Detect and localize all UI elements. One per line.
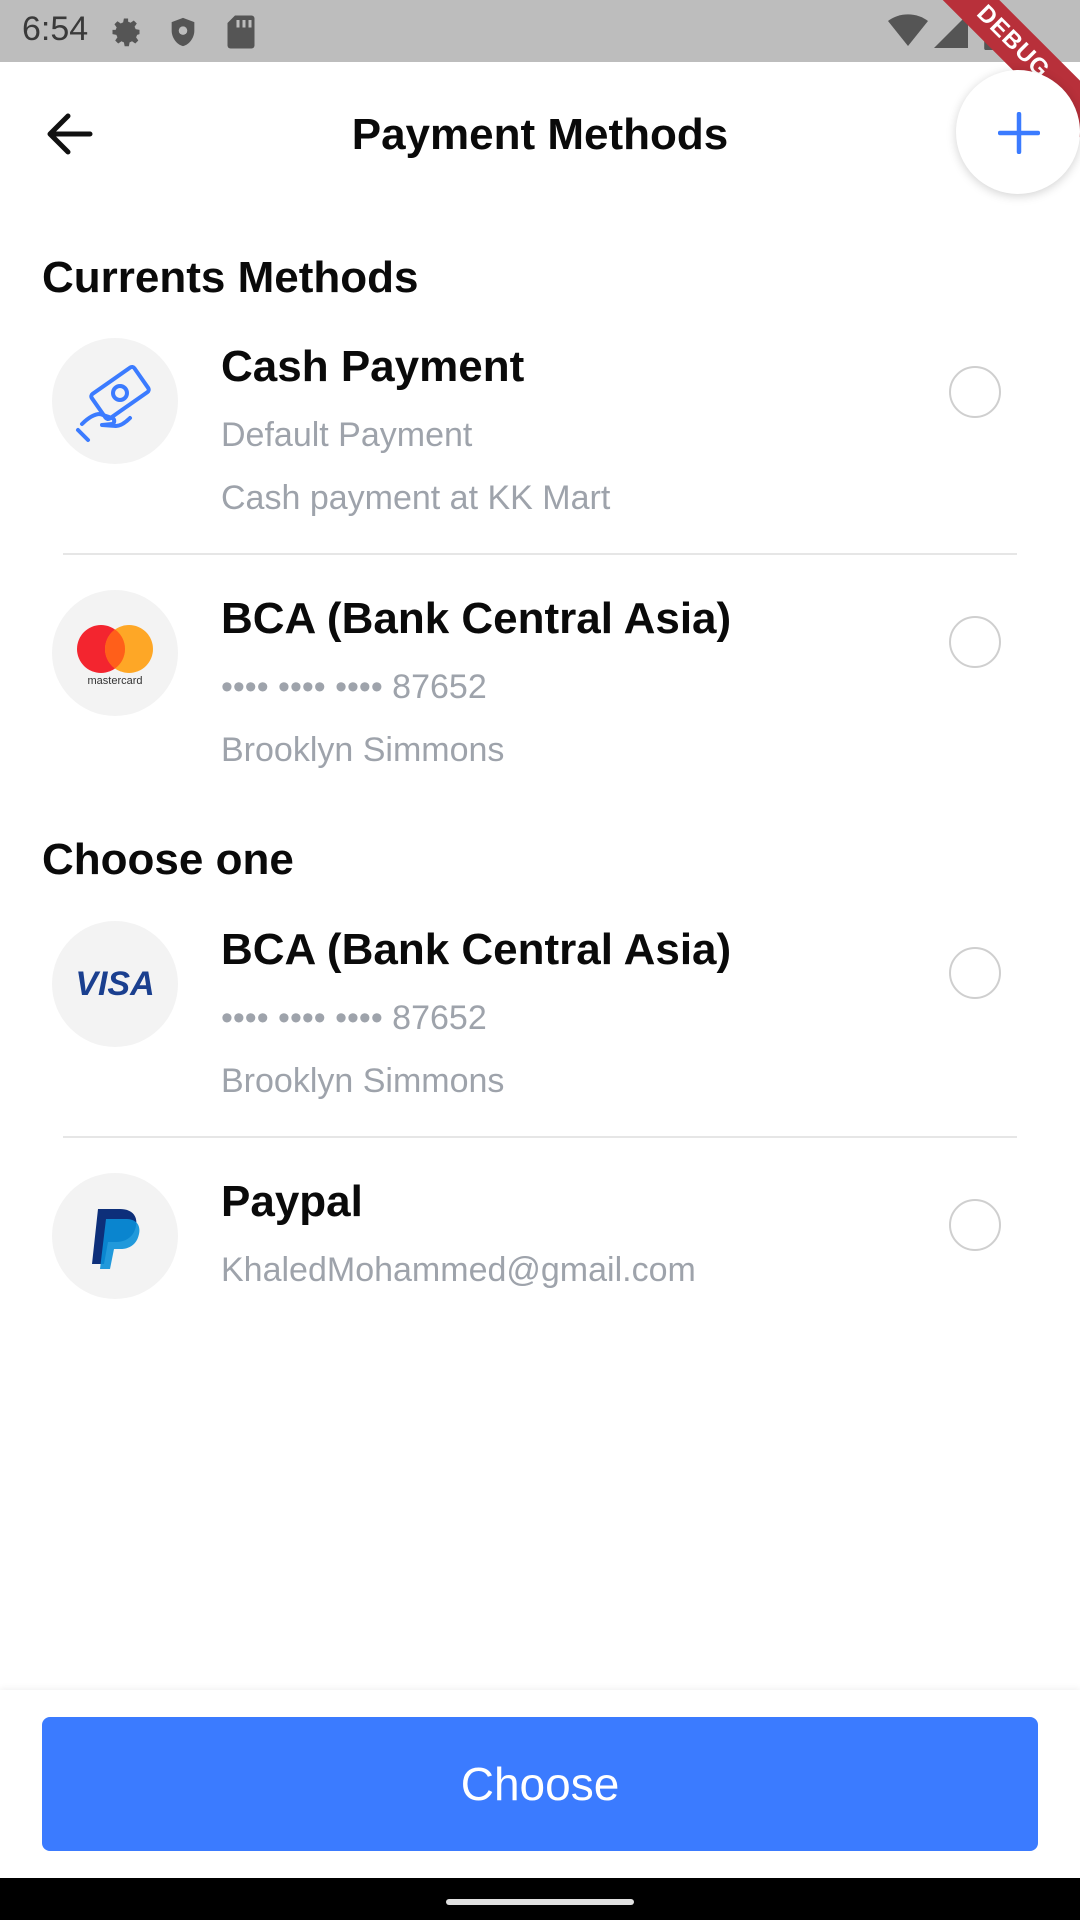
method-title: Paypal bbox=[221, 1177, 363, 1226]
add-payment-button[interactable] bbox=[956, 70, 1080, 194]
payment-method-bca-mastercard[interactable]: mastercard BCA (Bank Central Asia) •••• … bbox=[0, 582, 1080, 782]
sd-card-icon bbox=[226, 14, 256, 55]
method-subtitle: Default Payment bbox=[221, 416, 473, 454]
paypal-icon bbox=[52, 1173, 178, 1299]
divider bbox=[63, 1136, 1017, 1138]
payment-method-paypal[interactable]: Paypal KhaledMohammed@gmail.com bbox=[0, 1165, 1080, 1315]
status-time: 6:54 bbox=[22, 10, 89, 48]
section-title-current: Currents Methods bbox=[42, 253, 419, 302]
mastercard-wordmark: mastercard bbox=[87, 675, 142, 687]
payment-method-bca-visa[interactable]: VISA BCA (Bank Central Asia) •••• •••• •… bbox=[0, 913, 1080, 1113]
radio-button[interactable] bbox=[949, 616, 1001, 668]
mastercard-icon: mastercard bbox=[52, 590, 178, 716]
home-indicator[interactable] bbox=[446, 1899, 634, 1905]
card-holder: Brooklyn Simmons bbox=[221, 1062, 505, 1100]
visa-icon: VISA bbox=[52, 921, 178, 1047]
app-bar: Payment Methods bbox=[0, 62, 1080, 212]
card-number: •••• •••• •••• 87652 bbox=[221, 999, 487, 1037]
card-holder: Brooklyn Simmons bbox=[221, 731, 505, 769]
radio-button[interactable] bbox=[949, 366, 1001, 418]
page-title: Payment Methods bbox=[351, 110, 729, 159]
section-title-choose: Choose one bbox=[42, 835, 294, 884]
card-number: •••• •••• •••• 87652 bbox=[221, 668, 487, 706]
wifi-icon bbox=[888, 14, 928, 53]
status-bar: 6:54 DEBUG bbox=[0, 0, 1080, 138]
method-title: Cash Payment bbox=[221, 342, 525, 391]
plus-icon bbox=[998, 112, 1040, 154]
visa-wordmark: VISA bbox=[75, 965, 154, 1003]
divider bbox=[63, 553, 1017, 555]
paypal-email: KhaledMohammed@gmail.com bbox=[221, 1251, 696, 1289]
choose-button[interactable]: Choose bbox=[42, 1717, 1038, 1851]
settings-icon bbox=[108, 14, 144, 55]
shield-icon bbox=[166, 14, 200, 55]
radio-button[interactable] bbox=[949, 947, 1001, 999]
method-detail: Cash payment at KK Mart bbox=[221, 479, 611, 517]
cash-icon bbox=[52, 338, 178, 464]
radio-button[interactable] bbox=[949, 1199, 1001, 1251]
payment-method-cash[interactable]: Cash Payment Default Payment Cash paymen… bbox=[0, 330, 1080, 530]
method-title: BCA (Bank Central Asia) bbox=[221, 594, 732, 643]
method-title: BCA (Bank Central Asia) bbox=[221, 925, 732, 974]
